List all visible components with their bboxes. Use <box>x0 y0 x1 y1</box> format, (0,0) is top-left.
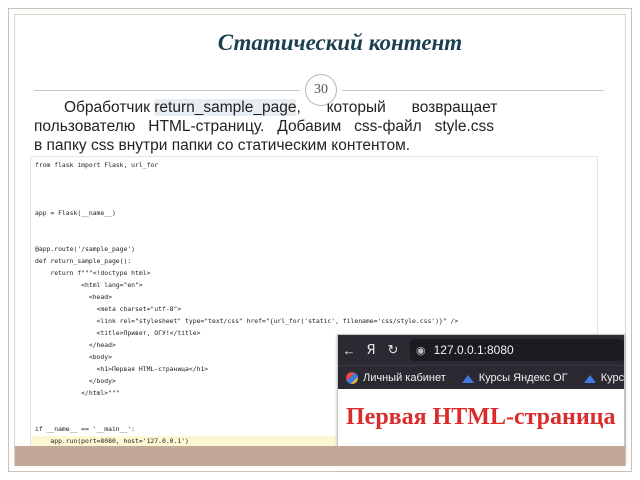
code-line-text: if __name__ == '__main__': <box>35 425 136 433</box>
divider-left <box>34 90 300 91</box>
code-line: @app.route('/sample_page') <box>31 244 597 254</box>
code-line-text: <h1>Первая HTML-страница</h1> <box>35 365 209 373</box>
bookmark-personal-cabinet[interactable]: Личный кабинет <box>346 371 446 384</box>
code-line: <link rel="stylesheet" type="text/css" h… <box>31 316 597 326</box>
code-line-text: <meta charset="utf-8"> <box>35 305 182 313</box>
browser-toolbar: ← Я ↻ ◉ 127.0.0.1:8080 <box>338 335 624 365</box>
bookmark-label: Курс <box>600 371 624 384</box>
code-line: app = Flask(__name__) <box>31 208 597 218</box>
code-line: def return_sample_page(): <box>31 256 597 266</box>
body-line-3: в папку css внутри папки со статическим … <box>34 137 411 154</box>
code-line: return f"""<!doctype html> <box>31 268 597 278</box>
code-line-text: <title>Привет, ОГУ!</title> <box>35 329 201 337</box>
bookmark-icon <box>583 373 596 383</box>
body-line-2: пользователю HTML-страницу. Добавим css-… <box>34 118 495 135</box>
code-line-text: def return_sample_page(): <box>35 257 132 265</box>
page-heading: Первая HTML-страница <box>346 404 616 430</box>
highlighted-function-name: return_sample_page <box>154 99 297 116</box>
divider-right <box>342 90 604 91</box>
slide-body-text: Обработчик return_sample_page, который в… <box>34 98 594 155</box>
code-line-text: </html>""" <box>35 389 120 397</box>
code-line-text: <link rel="stylesheet" type="text/css" h… <box>35 317 459 325</box>
code-line-text: return f"""<!doctype html> <box>35 269 151 277</box>
code-line: <meta charset="utf-8"> <box>31 304 597 314</box>
code-line-text: </body> <box>35 377 116 385</box>
code-line-text: from flask import Flask, url_for <box>35 161 159 169</box>
bookmark-label: Курсы Яндекс ОГ <box>478 371 568 384</box>
bookmark-courses[interactable]: Курс <box>583 371 624 384</box>
code-line-text: <html lang="en"> <box>35 281 143 289</box>
site-info-icon: ◉ <box>416 344 426 357</box>
body-line-1-start: Обработчик <box>64 99 155 116</box>
code-line-text: <body> <box>35 353 112 361</box>
code-line-text: app = Flask(__name__) <box>35 209 116 217</box>
browser-window-screenshot: ← Я ↻ ◉ 127.0.0.1:8080 Личный кабинет Ку… <box>337 334 625 464</box>
address-bar[interactable]: ◉ 127.0.0.1:8080 <box>410 339 624 361</box>
code-line: from flask import Flask, url_for <box>31 160 597 170</box>
code-line-text: </head> <box>35 341 116 349</box>
reload-icon[interactable]: ↻ <box>382 342 404 358</box>
code-line-text: app.run(port=8080, host='127.0.0.1') <box>35 437 189 445</box>
code-line: <head> <box>31 292 597 302</box>
back-arrow-icon[interactable]: ← <box>338 343 360 358</box>
address-bar-url: 127.0.0.1:8080 <box>433 343 514 357</box>
code-line: <html lang="en"> <box>31 280 597 290</box>
bookmarks-bar: Личный кабинет Курсы Яндекс ОГ Курс <box>338 365 624 389</box>
bookmark-icon <box>461 373 474 383</box>
yandex-logo-icon[interactable]: Я <box>360 343 382 358</box>
bookmark-yandex-courses[interactable]: Курсы Яндекс ОГ <box>461 371 568 384</box>
code-line-text: @app.route('/sample_page') <box>35 245 136 253</box>
body-line-1: Обработчик return_sample_page, который в… <box>34 98 594 117</box>
slide-bottom-band <box>15 446 625 466</box>
body-line-1-end: , который возвращает <box>296 99 498 116</box>
bookmark-icon <box>346 371 358 384</box>
code-line-text: <head> <box>35 293 112 301</box>
slide-title: Статический контент <box>217 30 463 55</box>
bookmark-label: Личный кабинет <box>363 371 446 384</box>
